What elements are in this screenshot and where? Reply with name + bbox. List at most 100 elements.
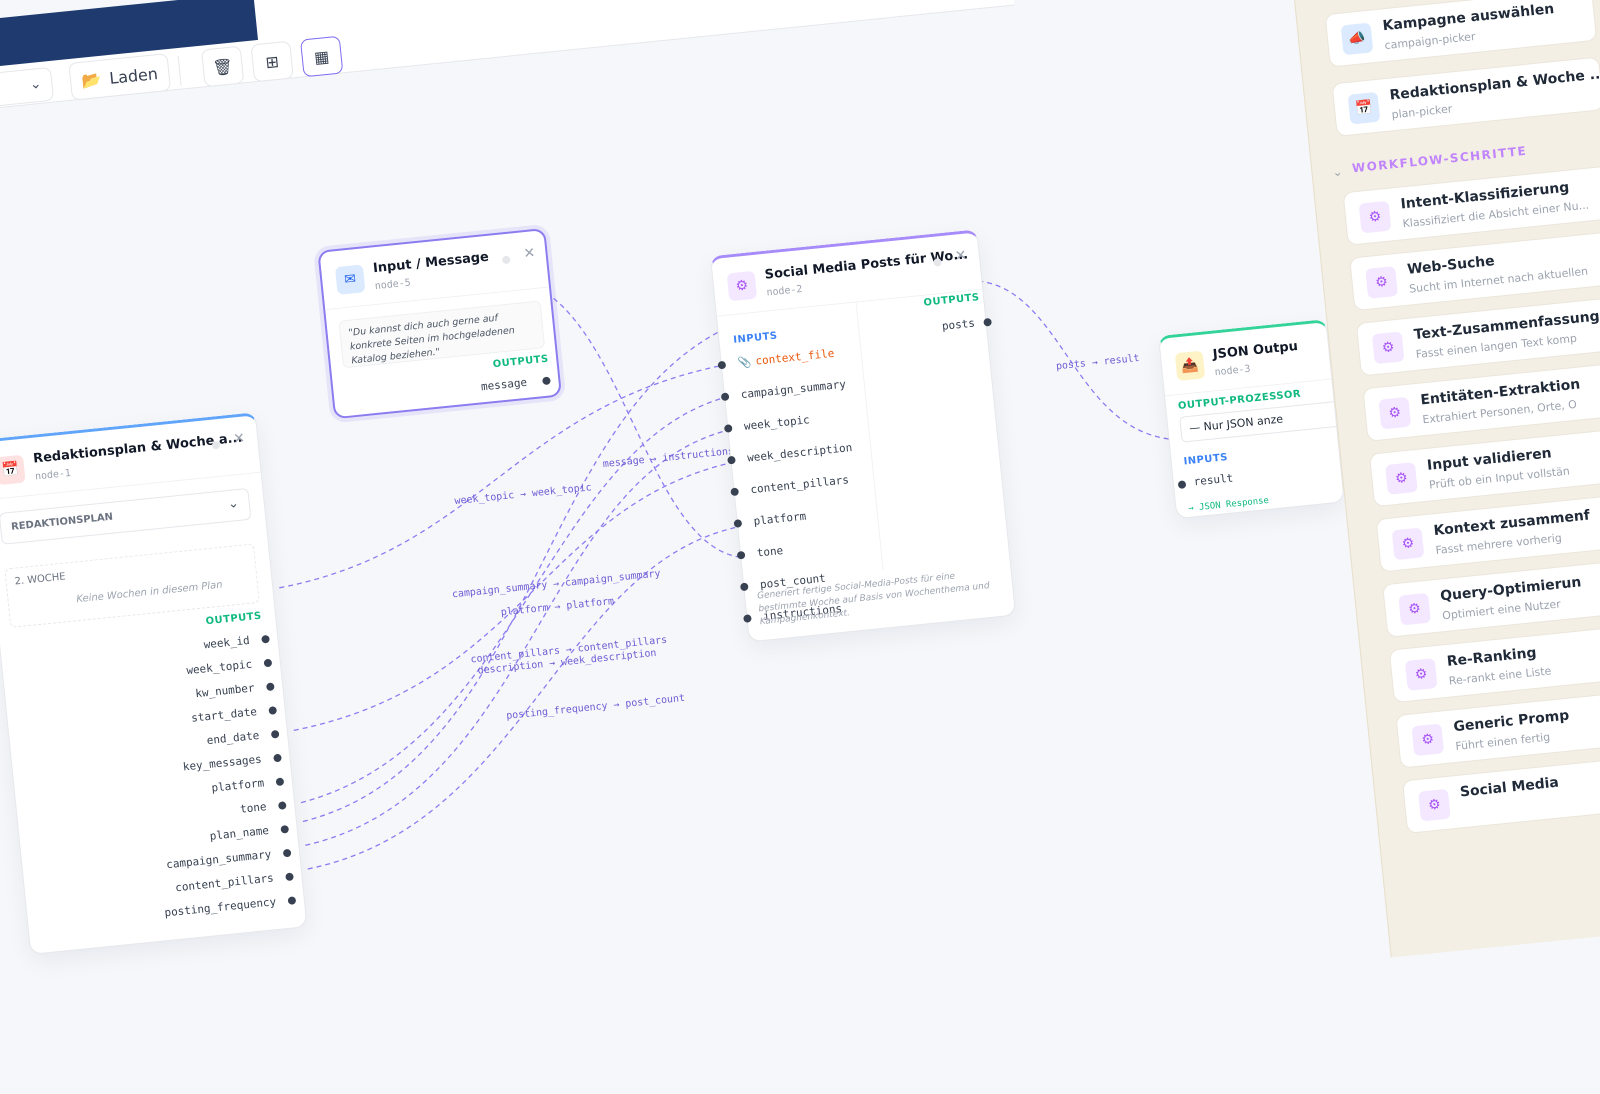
calendar-icon: 📅	[0, 454, 26, 486]
node-message[interactable]: ✉ Input / Message node-5 ✕ "Du kannst di…	[317, 227, 563, 420]
node-json[interactable]: 📤 JSON Outpu node-3 OUTPUT-PROZESSOR — N…	[1158, 319, 1345, 520]
sidebar-step-item[interactable]: ⚙ Input validieren Prüft ob ein Input voll…	[1368, 426, 1600, 508]
week-empty-text: Keine Wochen in diesem Plan	[75, 579, 224, 606]
column-divider	[855, 302, 884, 570]
workflow-steps-heading: WORKFLOW-SCHRITTE	[1351, 143, 1528, 176]
gear-icon: ⚙	[1398, 592, 1431, 626]
edge-posting-frequency	[307, 525, 743, 870]
sidebar-item-title: Redaktionsplan & Woche ...	[1388, 65, 1600, 104]
node-header[interactable]: 📤 JSON Outpu node-3	[1159, 322, 1332, 397]
node-id: node-1	[34, 467, 72, 483]
output-handle[interactable]	[287, 896, 297, 905]
output-handle[interactable]	[542, 376, 551, 386]
sidebar-item-subtitle: plan-picker	[1391, 102, 1453, 122]
sidebar-item-campaign-picker[interactable]: 📣 Kampagne auswählen campaign-picker	[1324, 0, 1598, 68]
input-port-label: content_pillars	[749, 473, 850, 497]
sidebar-step-item[interactable]: ⚙ Text-Zusammenfassung Fasst einen langen …	[1355, 296, 1600, 377]
input-handle[interactable]	[730, 487, 740, 497]
megaphone-icon: 📣	[1340, 22, 1374, 56]
gear-icon: ⚙	[1411, 723, 1445, 757]
output-port-label: posting_frequency	[163, 895, 277, 920]
gear-icon: ⚙	[1378, 396, 1412, 430]
plan-select[interactable]: REDAKTIONSPLAN ⌄	[0, 487, 252, 545]
status-dot	[501, 255, 511, 265]
gear-icon: ⚙	[1358, 200, 1392, 234]
close-icon[interactable]: ✕	[523, 245, 536, 262]
node-social[interactable]: ⚙ Social Media Posts für Wo... node-2 ✕ …	[709, 229, 1017, 643]
gear-icon: ⚙	[1385, 462, 1418, 495]
output-port-label: content_pillars	[174, 871, 275, 895]
output-handle[interactable]	[282, 848, 292, 858]
sidebar-step-title: Generic Promp	[1452, 707, 1570, 736]
edge-label-week-topic: week_topic → week_topic	[454, 482, 592, 507]
input-port-label: tone	[756, 544, 784, 560]
output-port-label: platform	[210, 776, 265, 795]
sidebar-item-subtitle: campaign-picker	[1384, 30, 1476, 53]
input-handle[interactable]	[743, 614, 752, 623]
input-handle[interactable]	[723, 424, 733, 433]
edge-platform	[293, 461, 736, 732]
output-handle[interactable]	[270, 729, 280, 739]
input-handle[interactable]	[717, 360, 727, 370]
gear-icon: ⚙	[1371, 331, 1405, 365]
envelope-icon: ✉	[334, 264, 366, 295]
output-handle[interactable]	[277, 801, 287, 810]
output-port-label: key_messages	[182, 752, 263, 774]
input-handle[interactable]	[727, 455, 736, 465]
sidebar-step-title: Social Media	[1459, 774, 1560, 801]
sidebar-item-plan-picker[interactable]: 📅 Redaktionsplan & Woche ... plan-picker	[1331, 56, 1600, 137]
close-icon[interactable]: ✕	[233, 430, 246, 447]
sidebar-step-subtitle: Führt einen fertig	[1454, 730, 1551, 753]
output-handle[interactable]	[280, 824, 290, 834]
input-handle[interactable]	[733, 519, 743, 528]
sidebar-step-item[interactable]: ⚙ Web-Suche Sucht im Internet nach aktuell…	[1349, 230, 1600, 312]
outputs-label: OUTPUTS	[492, 353, 550, 371]
node-title: Input / Message	[372, 249, 490, 277]
output-port-label: message	[480, 375, 528, 394]
node-plan[interactable]: 📅 Redaktionsplan & Woche a... node-1 ✕ R…	[0, 412, 308, 955]
output-port-label: week_topic	[185, 657, 253, 678]
outputs-label: OUTPUTS	[205, 610, 263, 628]
edge-label-posting-frequency: posting_frequency → post_count	[506, 693, 686, 722]
output-handle[interactable]	[273, 753, 282, 763]
node-title: JSON Outpu	[1212, 339, 1299, 363]
output-handle[interactable]	[261, 634, 270, 644]
output-port-label: end_date	[206, 728, 260, 748]
gear-icon: ⚙	[1404, 658, 1438, 691]
sidebar-step-item[interactable]: ⚙ Re-Ranking Re-rankt eine Liste	[1388, 622, 1600, 704]
input-port-label: result	[1193, 471, 1234, 489]
output-port-label: kw_number	[194, 681, 256, 701]
edge-message-instructions	[530, 283, 746, 559]
edge-label-platform: platform → platform	[500, 596, 614, 618]
sidebar-step-title: Web-Suche	[1406, 253, 1496, 278]
output-handle[interactable]	[265, 682, 275, 692]
sidebar-step-item[interactable]: ⚙ Query-Optimierun Optimiert eine Nutzer	[1382, 557, 1600, 638]
output-handle[interactable]	[275, 777, 285, 787]
sidebar-step-item[interactable]: ⚙ Generic Promp Führt einen fertig	[1395, 688, 1600, 769]
sidebar-step-item[interactable]: ⚙ Intent-Klassifizierung Klassifiziert die…	[1342, 165, 1600, 246]
output-port-label: plan_name	[209, 823, 270, 843]
sidebar-step-title: Kontext zusammenf	[1432, 507, 1591, 540]
sidebar-step-item[interactable]: ⚙ Kontext zusammenf Fasst mehrere vorherig	[1375, 492, 1600, 573]
close-icon[interactable]: ✕	[954, 247, 967, 264]
sidebar-step-item[interactable]: ⚙ Entitäten-Extraktion Extrahiert Personen…	[1362, 361, 1600, 442]
output-handle[interactable]	[263, 658, 273, 668]
node-title: Redaktionsplan & Woche a...	[32, 430, 243, 467]
node-id: node-5	[374, 277, 412, 293]
output-handle[interactable]	[268, 706, 278, 715]
input-handle[interactable]	[1177, 480, 1187, 489]
outbox-icon: 📤	[1174, 350, 1206, 382]
edge-label-posts-result: posts → result	[1056, 353, 1140, 372]
status-dot	[933, 257, 942, 267]
input-handle[interactable]	[720, 392, 730, 402]
input-port-label: campaign_summary	[740, 377, 847, 402]
paperclip-icon: 📎	[737, 355, 752, 370]
gear-icon: ⚙	[1365, 266, 1398, 299]
output-handle[interactable]	[285, 872, 294, 882]
sidebar-step-item[interactable]: ⚙ Social Media	[1401, 753, 1600, 834]
chevron-down-icon[interactable]: ⌄	[1332, 164, 1343, 179]
input-handle[interactable]	[736, 550, 746, 560]
gear-icon: ⚙	[1418, 788, 1451, 822]
input-handle[interactable]	[739, 582, 749, 592]
node-id: node-2	[766, 284, 803, 299]
